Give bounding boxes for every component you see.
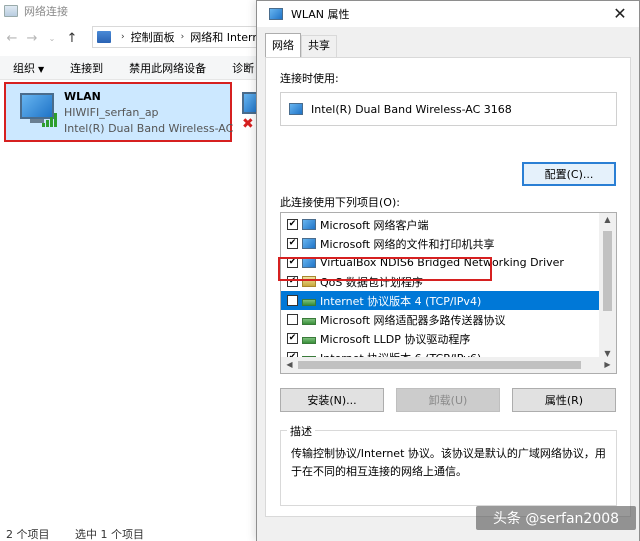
network-client-icon: [302, 238, 316, 249]
explorer-title: 网络连接: [24, 5, 68, 18]
list-item[interactable]: Microsoft 网络适配器多路传送器协议: [281, 310, 601, 329]
network-client-icon: [302, 219, 316, 230]
connect-to-button[interactable]: 连接到: [57, 60, 116, 76]
uninstall-button[interactable]: 卸载(U): [396, 388, 500, 412]
install-button[interactable]: 安装(N)...: [280, 388, 384, 412]
network-adapter-icon: [269, 8, 283, 20]
address-bar[interactable]: › 控制面板 › 网络和 Intern: [92, 26, 262, 48]
scroll-up-icon[interactable]: ▲: [599, 215, 616, 224]
selected-count: 选中 1 个项目: [75, 528, 144, 541]
breadcrumb-network-internet[interactable]: 网络和 Intern: [190, 29, 259, 45]
dropdown-arrow-icon: ▼: [38, 64, 45, 74]
wlan-connection-tile[interactable]: WLAN HIWIFI_serfan_ap Intel(R) Dual Band…: [4, 82, 234, 142]
up-arrow-icon[interactable]: ↑: [62, 27, 82, 49]
network-tab-panel: 连接时使用: Intel(R) Dual Band Wireless-AC 31…: [265, 57, 631, 517]
breadcrumb-control-panel[interactable]: 控制面板: [131, 29, 175, 45]
close-icon[interactable]: ✕: [609, 3, 631, 25]
properties-button[interactable]: 属性(R): [512, 388, 616, 412]
watermark: 头条 @serfan2008: [476, 506, 636, 530]
scroll-thumb[interactable]: [298, 361, 581, 369]
wireless-network-icon: [14, 91, 58, 129]
horizontal-scrollbar[interactable]: ◀ ▶: [281, 357, 616, 373]
checkbox[interactable]: ✔: [287, 219, 298, 230]
vertical-scrollbar[interactable]: ▲ ▼: [599, 213, 616, 358]
connection-adapter: Intel(R) Dual Band Wireless-AC...: [64, 122, 234, 135]
list-item[interactable]: ✔ Microsoft LLDP 协议驱动程序: [281, 329, 601, 348]
components-list[interactable]: ✔ Microsoft 网络客户端 ✔ Microsoft 网络的文件和打印机共…: [280, 212, 617, 374]
list-item[interactable]: ✔ Microsoft 网络的文件和打印机共享: [281, 234, 601, 253]
protocol-icon: [302, 299, 316, 306]
disable-device-button[interactable]: 禁用此网络设备: [116, 60, 219, 76]
organize-button[interactable]: 组织 ▼: [0, 60, 57, 76]
list-item-ipv4[interactable]: ✔ Internet 协议版本 4 (TCP/IPv4): [281, 291, 601, 310]
scroll-thumb[interactable]: [603, 231, 612, 311]
checkbox[interactable]: [287, 314, 298, 325]
control-panel-icon: [97, 31, 111, 43]
forward-arrow-icon[interactable]: →: [22, 27, 42, 49]
item-count: 2 个项目: [6, 528, 50, 541]
tab-sharing[interactable]: 共享: [301, 35, 337, 57]
scroll-left-icon[interactable]: ◀: [281, 357, 298, 373]
tab-strip: 网络 共享: [265, 33, 337, 57]
status-bar: 2 个项目 选中 1 个项目: [6, 526, 166, 541]
checkbox[interactable]: ✔: [287, 333, 298, 344]
connection-ssid: HIWIFI_serfan_ap: [64, 106, 159, 119]
network-adapter-icon: [289, 103, 303, 115]
protocol-icon: [302, 337, 316, 344]
description-group: 描述 传输控制协议/Internet 协议。该协议是默认的广域网络协议，用于在不…: [280, 423, 617, 506]
dialog-body: 网络 共享 连接时使用: Intel(R) Dual Band Wireless…: [257, 27, 639, 541]
tab-network[interactable]: 网络: [265, 33, 301, 57]
chevron-right-icon[interactable]: ›: [181, 32, 185, 42]
description-text: 传输控制协议/Internet 协议。该协议是默认的广域网络协议，用于在不同的相…: [291, 447, 606, 478]
dialog-title: WLAN 属性: [291, 8, 350, 21]
checkbox[interactable]: ✔: [287, 238, 298, 249]
configure-button[interactable]: 配置(C)...: [522, 162, 616, 186]
checkbox[interactable]: ✔: [287, 295, 298, 306]
network-folder-icon: [4, 5, 18, 17]
dialog-title-bar: WLAN 属性: [257, 1, 639, 27]
list-item[interactable]: ✔ Microsoft 网络客户端: [281, 215, 601, 234]
connect-using-label: 连接时使用:: [280, 72, 339, 85]
back-arrow-icon[interactable]: ←: [2, 27, 22, 49]
description-legend: 描述: [287, 423, 315, 439]
ipv4-highlight-box: [278, 257, 492, 281]
adapter-field: Intel(R) Dual Band Wireless-AC 3168: [280, 92, 617, 126]
adapter-name: Intel(R) Dual Band Wireless-AC 3168: [311, 102, 512, 116]
chevron-right-icon[interactable]: ›: [121, 32, 125, 42]
items-label: 此连接使用下列项目(O):: [280, 196, 400, 209]
recent-dropdown-icon[interactable]: ⌄: [42, 27, 62, 49]
protocol-icon: [302, 318, 316, 325]
scroll-right-icon[interactable]: ▶: [599, 357, 616, 373]
connection-name: WLAN: [64, 90, 101, 103]
